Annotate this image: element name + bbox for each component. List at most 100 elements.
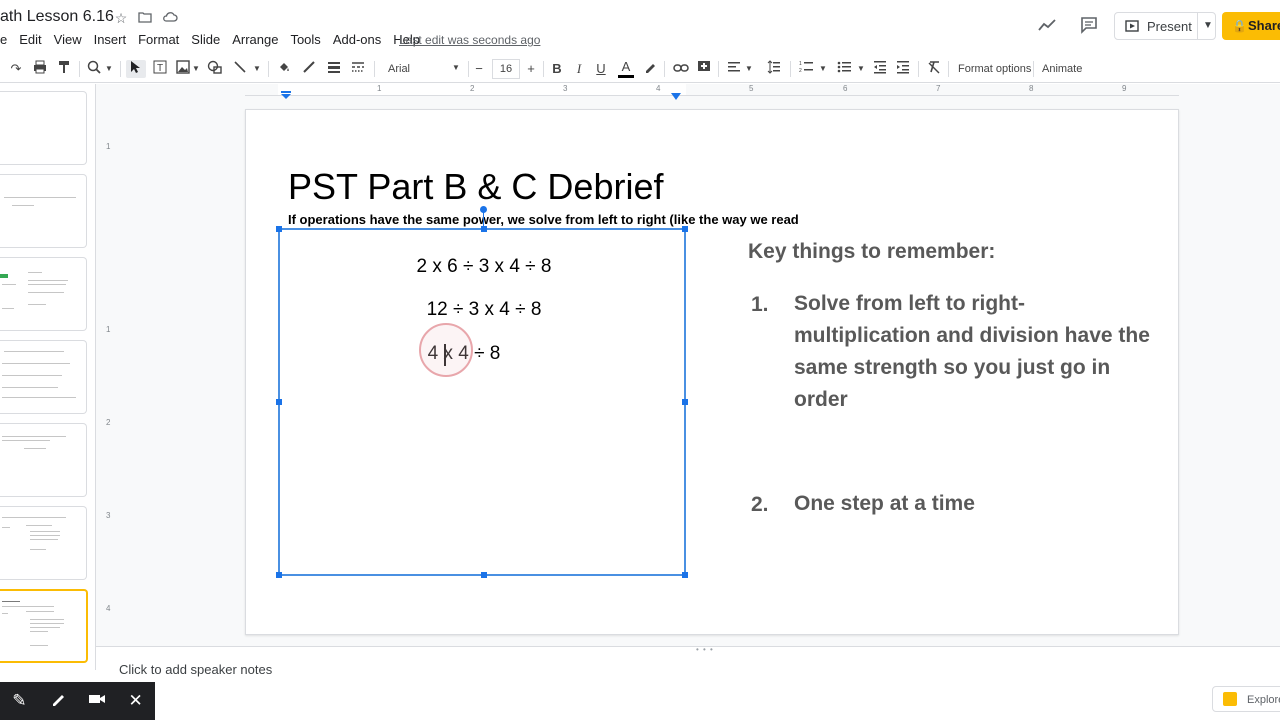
decrease-indent-icon[interactable]	[872, 60, 888, 78]
shape-icon[interactable]	[206, 60, 224, 78]
font-family-select[interactable]: Arial ▼	[388, 60, 464, 78]
line-spacing-icon[interactable]	[766, 60, 782, 78]
bold-icon[interactable]: B	[550, 60, 564, 78]
print-icon[interactable]	[32, 60, 48, 78]
menu-file[interactable]: e	[0, 32, 7, 48]
insert-comment-icon[interactable]	[696, 60, 712, 78]
explore-button[interactable]: Explore	[1212, 686, 1280, 712]
font-size-input[interactable]: 16	[492, 59, 520, 79]
image-dropdown-icon[interactable]: ▼	[192, 60, 200, 78]
horizontal-ruler[interactable]: 1 2 3 4 5 6 7 8 9	[245, 84, 1179, 100]
last-edit-link[interactable]: Last edit was seconds ago	[399, 33, 540, 47]
expression-line[interactable]: 2 x 6 ÷ 3 x 4 ÷ 8	[280, 256, 688, 278]
close-icon[interactable]: ✕	[116, 691, 155, 711]
text-box-icon[interactable]: T	[151, 60, 169, 78]
animate-button[interactable]: Animate	[1042, 63, 1082, 75]
increase-indent-icon[interactable]	[895, 60, 911, 78]
bulleted-list-dropdown-icon[interactable]: ▼	[856, 60, 866, 78]
slide-thumbnail[interactable]	[0, 506, 87, 580]
increase-font-size-button[interactable]: +	[524, 60, 538, 78]
redo-icon[interactable]: ↷	[8, 60, 24, 78]
vertical-ruler[interactable]: 1 1 2 3 4	[104, 110, 116, 634]
slide-thumbnail[interactable]	[0, 174, 87, 248]
ruler-number: 1	[106, 142, 111, 151]
border-dash-icon[interactable]	[350, 60, 366, 78]
align-dropdown-icon[interactable]: ▼	[744, 60, 754, 78]
present-button[interactable]: Present ▼	[1114, 12, 1216, 40]
border-color-icon[interactable]	[301, 60, 317, 78]
menu-slide[interactable]: Slide	[191, 32, 220, 48]
resize-handle[interactable]	[276, 226, 282, 232]
resize-handle[interactable]	[276, 399, 282, 405]
numbered-list-dropdown-icon[interactable]: ▼	[818, 60, 828, 78]
menu-insert[interactable]: Insert	[94, 32, 127, 48]
decrease-font-size-button[interactable]: −	[472, 60, 486, 78]
slide-title[interactable]: PST Part B & C Debrief	[288, 166, 663, 208]
resize-handle[interactable]	[276, 572, 282, 578]
pen-icon[interactable]: ✎	[0, 691, 39, 711]
mouse-cursor-highlight	[419, 323, 473, 377]
speaker-notes-input[interactable]: Click to add speaker notes	[119, 662, 272, 677]
slide-thumbnail-selected[interactable]	[0, 589, 88, 663]
document-title[interactable]: ath Lesson 6.16	[0, 8, 114, 26]
key-item-text[interactable]: One step at a time	[794, 488, 1154, 520]
resize-handle[interactable]	[682, 572, 688, 578]
star-icon[interactable]: ☆	[113, 10, 129, 26]
ruler-number: 9	[1122, 84, 1127, 93]
move-folder-icon[interactable]	[137, 10, 153, 26]
rotate-handle[interactable]	[480, 206, 487, 213]
share-label: Share	[1248, 18, 1280, 33]
menu-arrange[interactable]: Arrange	[232, 32, 278, 48]
camera-icon[interactable]	[78, 691, 117, 711]
line-dropdown-icon[interactable]: ▼	[252, 60, 262, 78]
comments-icon[interactable]	[1080, 16, 1098, 34]
align-icon[interactable]	[726, 60, 742, 78]
right-indent-marker-icon[interactable]	[671, 87, 681, 100]
menu-add-ons[interactable]: Add-ons	[333, 32, 381, 48]
ruler-number: 8	[1029, 84, 1034, 93]
menu-edit[interactable]: Edit	[19, 32, 41, 48]
text-color-icon[interactable]: A	[618, 60, 634, 78]
zoom-dropdown-icon[interactable]: ▼	[104, 60, 114, 78]
slide-subtitle[interactable]: If operations have the same power, we so…	[288, 212, 799, 227]
menu-tools[interactable]: Tools	[290, 32, 320, 48]
insert-link-icon[interactable]	[672, 60, 690, 78]
slide-thumbnail[interactable]	[0, 91, 87, 165]
format-options-button[interactable]: Format options	[958, 63, 1031, 75]
cloud-saved-icon[interactable]	[162, 10, 178, 26]
present-dropdown-icon[interactable]: ▼	[1203, 20, 1213, 31]
activity-dashboard-icon[interactable]	[1038, 16, 1056, 34]
border-weight-icon[interactable]	[326, 60, 342, 78]
key-things-heading[interactable]: Key things to remember:	[748, 240, 995, 264]
clear-formatting-icon[interactable]	[926, 60, 942, 78]
paint-format-icon[interactable]	[56, 60, 72, 78]
zoom-icon[interactable]	[86, 60, 102, 78]
resize-handle[interactable]	[682, 399, 688, 405]
resize-handle[interactable]	[481, 226, 487, 232]
font-family-value: Arial	[388, 63, 411, 75]
line-icon[interactable]	[232, 60, 248, 78]
key-item-text[interactable]: Solve from left to right- multiplication…	[794, 288, 1154, 416]
menu-format[interactable]: Format	[138, 32, 179, 48]
select-cursor-icon[interactable]	[126, 60, 146, 78]
underline-icon[interactable]: U	[594, 60, 608, 78]
fill-color-icon[interactable]	[276, 60, 292, 78]
resize-handle[interactable]	[481, 572, 487, 578]
left-indent-marker-icon[interactable]	[281, 86, 291, 99]
highlighter-icon[interactable]	[39, 691, 78, 712]
slide-thumbnail[interactable]	[0, 257, 87, 331]
resize-handle[interactable]	[682, 226, 688, 232]
numbered-list-icon[interactable]: 12	[798, 60, 814, 78]
italic-icon[interactable]: I	[572, 60, 586, 78]
slide-thumbnail[interactable]	[0, 340, 87, 414]
slide-canvas[interactable]: PST Part B & C Debrief If operations hav…	[245, 109, 1179, 635]
selected-text-box[interactable]: 2 x 6 ÷ 3 x 4 ÷ 8 12 ÷ 3 x 4 ÷ 8 4 x 4 ÷…	[276, 206, 688, 578]
expression-line[interactable]: 12 ÷ 3 x 4 ÷ 8	[280, 299, 688, 321]
notes-resize-handle[interactable]: • • •	[96, 645, 1280, 654]
menu-view[interactable]: View	[54, 32, 82, 48]
image-icon[interactable]	[175, 60, 191, 78]
slide-thumbnail[interactable]	[0, 423, 87, 497]
share-button[interactable]: 🔒 Share	[1222, 12, 1280, 40]
highlight-color-icon[interactable]	[642, 60, 658, 78]
bulleted-list-icon[interactable]	[836, 60, 852, 78]
